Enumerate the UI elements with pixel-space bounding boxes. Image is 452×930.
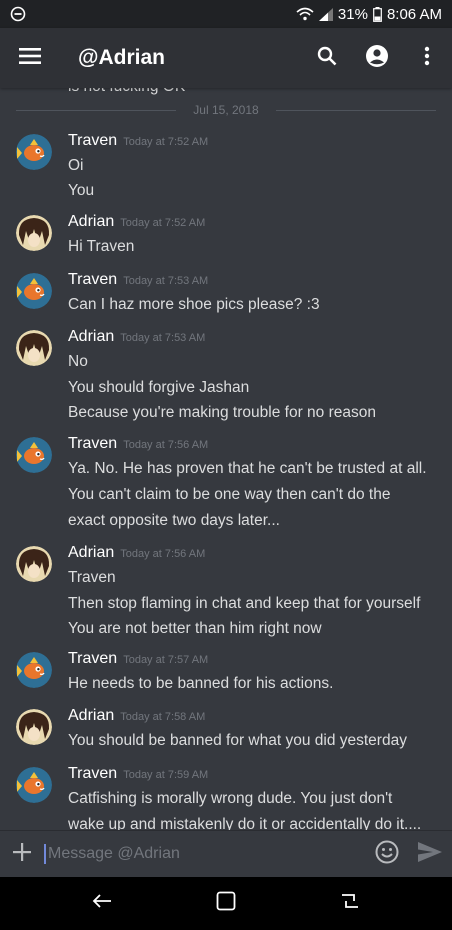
do-not-disturb-icon <box>10 6 26 22</box>
message-timestamp: Today at 7:52 AM <box>120 217 206 229</box>
message-text: You <box>68 182 95 199</box>
send-icon <box>418 841 442 867</box>
anime-character-avatar[interactable] <box>16 330 52 366</box>
author-name[interactable]: Traven <box>68 271 117 288</box>
message-text: wake up and mistakenly do it or accident… <box>68 816 422 830</box>
recent-apps-icon <box>340 892 360 915</box>
more-options-button[interactable] <box>402 28 452 88</box>
message-author[interactable]: Traven Today at 7:52 AM <box>68 132 208 150</box>
message-author[interactable]: Adrian Today at 7:52 AM <box>68 213 205 231</box>
message-text: Ya. No. He has proven that he can't be t… <box>68 460 427 477</box>
wifi-icon <box>296 7 314 21</box>
magikarp-avatar[interactable] <box>16 134 52 170</box>
message-input[interactable]: Message @Adrian <box>44 831 366 878</box>
message-author[interactable]: Adrian Today at 7:53 AM <box>68 328 205 346</box>
author-name[interactable]: Traven <box>68 650 117 667</box>
home-button[interactable] <box>196 877 256 930</box>
app-bar: @Adrian <box>0 28 452 88</box>
message-text: Because you're making trouble for no rea… <box>68 404 376 421</box>
message-author[interactable]: Traven Today at 7:57 AM <box>68 650 208 668</box>
clock: 8:06 AM <box>386 5 442 23</box>
message-text: He needs to be banned for his actions. <box>68 675 334 692</box>
magikarp-avatar[interactable] <box>16 437 52 473</box>
account-circle-icon <box>365 44 389 73</box>
system-navigation-bar <box>0 877 452 930</box>
hamburger-icon <box>19 47 41 70</box>
message-text: You are not better than him right now <box>68 620 322 637</box>
profile-button[interactable] <box>352 28 402 88</box>
message-text: Oi <box>68 157 84 174</box>
message-text: You should forgive Jashan <box>68 379 250 396</box>
anime-character-avatar[interactable] <box>16 215 52 251</box>
message-timestamp: Today at 7:56 AM <box>120 548 206 560</box>
message-text: You should be banned for what you did ye… <box>68 732 407 749</box>
search-button[interactable] <box>302 28 352 88</box>
message-text: exact opposite two days later... <box>68 512 280 529</box>
message-timestamp: Today at 7:57 AM <box>123 654 209 666</box>
message-timestamp: Today at 7:56 AM <box>123 439 209 451</box>
battery-icon <box>373 6 382 22</box>
signal-icon <box>318 7 333 21</box>
recent-apps-button[interactable] <box>320 877 380 930</box>
message-author[interactable]: Adrian Today at 7:58 AM <box>68 707 205 725</box>
message-composer: Message @Adrian <box>0 830 452 877</box>
message-text: Hi Traven <box>68 238 135 255</box>
magikarp-avatar[interactable] <box>16 652 52 688</box>
back-arrow-icon <box>92 893 112 914</box>
previous-message-text: is not fucking OK <box>68 88 185 96</box>
date-divider: Jul 15, 2018 <box>16 103 436 117</box>
battery-percent: 31% <box>337 5 368 23</box>
back-button[interactable] <box>72 877 132 930</box>
author-name[interactable]: Adrian <box>68 707 114 724</box>
message-text: No <box>68 353 88 370</box>
message-author[interactable]: Traven Today at 7:56 AM <box>68 435 208 453</box>
send-button[interactable] <box>408 831 452 878</box>
author-name[interactable]: Adrian <box>68 544 114 561</box>
attach-button[interactable] <box>0 831 44 878</box>
home-square-icon <box>216 891 236 916</box>
anime-character-avatar[interactable] <box>16 709 52 745</box>
message-text: You can't claim to be one way then can't… <box>68 486 391 503</box>
magikarp-avatar[interactable] <box>16 767 52 803</box>
message-timestamp: Today at 7:58 AM <box>120 711 206 723</box>
anime-character-avatar[interactable] <box>16 546 52 582</box>
status-bar: 31% 8:06 AM <box>0 0 452 28</box>
magikarp-avatar[interactable] <box>16 273 52 309</box>
message-timestamp: Today at 7:53 AM <box>123 275 209 287</box>
message-input-placeholder: Message @Adrian <box>48 845 180 862</box>
chat-message-list[interactable]: is not fucking OK Jul 15, 2018 Traven Tod… <box>0 88 452 830</box>
message-timestamp: Today at 7:52 AM <box>123 136 209 148</box>
emoji-icon <box>375 840 399 869</box>
plus-icon <box>13 842 31 866</box>
author-name[interactable]: Traven <box>68 765 117 782</box>
message-text: Then stop flaming in chat and keep that … <box>68 595 421 612</box>
message-timestamp: Today at 7:59 AM <box>123 769 209 781</box>
message-text: Catfishing is morally wrong dude. You ju… <box>68 790 393 807</box>
search-icon <box>317 46 337 71</box>
author-name[interactable]: Adrian <box>68 328 114 345</box>
message-text: Can I haz more shoe pics please? :3 <box>68 296 320 313</box>
channel-title: @Adrian <box>78 46 165 69</box>
message-author[interactable]: Traven Today at 7:53 AM <box>68 271 208 289</box>
message-author[interactable]: Adrian Today at 7:56 AM <box>68 544 205 562</box>
author-name[interactable]: Traven <box>68 435 117 452</box>
text-cursor <box>44 844 46 864</box>
author-name[interactable]: Traven <box>68 132 117 149</box>
message-author[interactable]: Traven Today at 7:59 AM <box>68 765 208 783</box>
message-text: Traven <box>68 569 116 586</box>
emoji-button[interactable] <box>366 831 408 878</box>
author-name[interactable]: Adrian <box>68 213 114 230</box>
menu-button[interactable] <box>0 28 60 88</box>
message-timestamp: Today at 7:53 AM <box>120 332 206 344</box>
more-vertical-icon <box>424 46 430 71</box>
